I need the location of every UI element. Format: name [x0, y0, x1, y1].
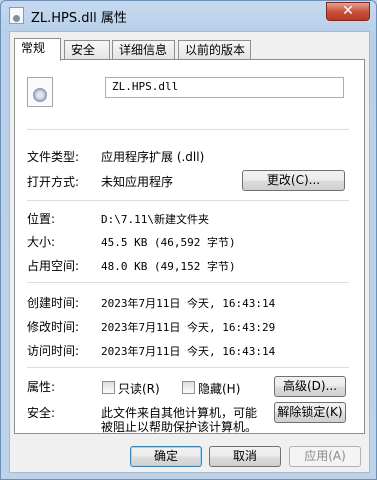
size-value: 45.5 KB (46,592 字节): [101, 236, 236, 249]
size-on-disk-value: 48.0 KB (49,152 字节): [101, 260, 236, 273]
unblock-button[interactable]: 解除锁定(K): [274, 402, 346, 423]
file-type-label: 文件类型:: [27, 150, 80, 164]
accessed-label: 访问时间:: [27, 344, 80, 358]
close-button[interactable]: ✕: [326, 2, 370, 21]
hidden-label[interactable]: 隐藏(H): [198, 380, 240, 397]
divider: [27, 129, 349, 130]
modified-value: 2023年7月11日 今天, 16:43:29: [101, 321, 276, 334]
cancel-button[interactable]: 取消: [209, 446, 281, 467]
file-name-field[interactable]: ZL.HPS.dll: [105, 77, 344, 98]
location-value: D:\7.11\新建文件夹: [101, 213, 209, 226]
dll-file-icon: [27, 77, 53, 107]
properties-window: ZL.HPS.dll 属性 ✕ 常规 安全 详细信息 以前的版本 ZL.HPS.…: [0, 0, 377, 480]
created-label: 创建时间:: [27, 296, 80, 310]
open-with-value: 未知应用程序: [101, 175, 174, 189]
advanced-button[interactable]: 高级(D)...: [274, 376, 346, 397]
file-type-value: 应用程序扩展 (.dll): [101, 150, 205, 164]
readonly-label[interactable]: 只读(R): [118, 380, 160, 397]
tab-security[interactable]: 安全: [64, 40, 110, 60]
open-with-label: 打开方式:: [27, 175, 80, 189]
window-title: ZL.HPS.dll 属性: [31, 11, 127, 26]
dialog-client-area: 常规 安全 详细信息 以前的版本 ZL.HPS.dll 文件类型: 应用程序扩展…: [9, 31, 370, 473]
size-label: 大小:: [27, 235, 56, 249]
attributes-label: 属性:: [27, 380, 56, 394]
accessed-value: 2023年7月11日 今天, 16:43:14: [101, 345, 276, 358]
hidden-checkbox[interactable]: [182, 381, 195, 394]
divider: [27, 200, 349, 201]
tab-details[interactable]: 详细信息: [112, 40, 175, 60]
divider: [27, 367, 349, 368]
ok-button[interactable]: 确定: [130, 446, 202, 467]
tab-general[interactable]: 常规: [14, 38, 61, 61]
location-label: 位置:: [27, 212, 56, 226]
general-panel: ZL.HPS.dll 文件类型: 应用程序扩展 (.dll) 打开方式: 未知应…: [14, 59, 365, 434]
security-label: 安全:: [27, 406, 56, 420]
apply-button[interactable]: 应用(A): [289, 446, 361, 467]
tab-previous-versions[interactable]: 以前的版本: [178, 40, 251, 60]
readonly-checkbox[interactable]: [102, 381, 115, 394]
file-icon-small: [9, 7, 24, 24]
modified-label: 修改时间:: [27, 320, 80, 334]
size-on-disk-label: 占用空间:: [27, 259, 80, 273]
security-text-line2: 被阻止以帮助保护该计算机。: [101, 420, 258, 434]
created-value: 2023年7月11日 今天, 16:43:14: [101, 297, 276, 310]
title-bar[interactable]: ZL.HPS.dll 属性 ✕: [1, 1, 376, 29]
divider: [27, 282, 349, 283]
change-button[interactable]: 更改(C)...: [242, 170, 345, 191]
